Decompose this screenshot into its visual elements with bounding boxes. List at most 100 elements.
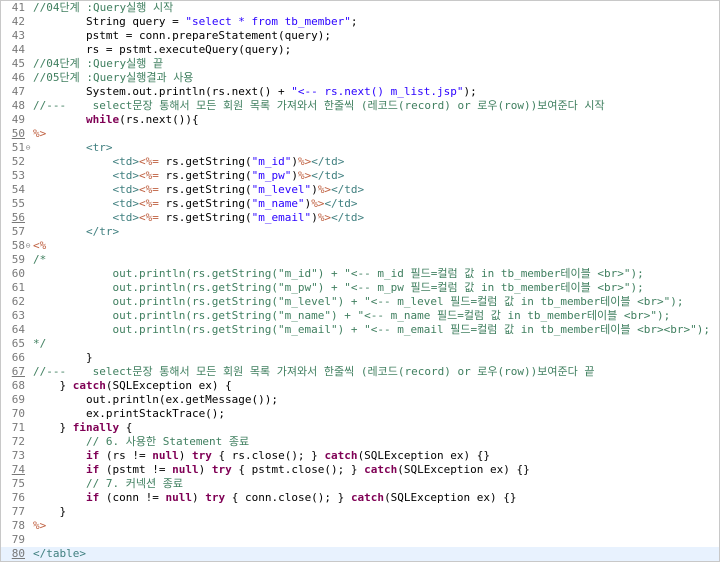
code-text[interactable]: <td><%= rs.getString("m_id")%></td>: [33, 155, 344, 169]
code-token: ): [191, 491, 206, 504]
line-number: 52: [11, 155, 25, 168]
code-editor[interactable]: 41//04단계 :Query실행 시작 42 String query = "s…: [0, 0, 720, 562]
code-line[interactable]: 80 </table>: [1, 547, 719, 561]
code-text[interactable]: //04단계 :Query실행 끝: [33, 57, 163, 71]
code-text[interactable]: out.println(rs.getString("m_level") + "<…: [33, 295, 683, 309]
code-token: "select * from tb_member": [185, 15, 351, 28]
code-token: <%=: [138, 155, 159, 168]
code-token: out.println(rs.getString("m_pw") + "<-- …: [33, 281, 644, 294]
code-line[interactable]: 54 <td><%= rs.getString("m_level")%></td…: [1, 183, 719, 197]
code-text[interactable]: String query = "select * from tb_member"…: [33, 15, 358, 29]
code-text[interactable]: </table>: [33, 547, 86, 561]
code-text[interactable]: rs = pstmt.executeQuery(query);: [33, 43, 291, 57]
code-line[interactable]: 78 %>: [1, 519, 719, 533]
fold-collapse-icon[interactable]: ⊖: [24, 141, 32, 155]
code-line[interactable]: 48 //--- select문장 통해서 모든 회원 목록 가져와서 한줄씩 (…: [1, 99, 719, 113]
code-line[interactable]: 64 out.println(rs.getString("m_email") +…: [1, 323, 719, 337]
code-text[interactable]: ex.printStackTrace();: [33, 407, 225, 421]
code-text[interactable]: // 7. 커넥션 종료: [33, 477, 183, 491]
code-line[interactable]: 66 }: [1, 351, 719, 365]
code-text[interactable]: */: [33, 337, 46, 351]
code-text[interactable]: }: [33, 351, 93, 365]
code-line[interactable]: 76 if (conn != null) try { conn.close();…: [1, 491, 719, 505]
code-text[interactable]: pstmt = conn.prepareStatement(query);: [33, 29, 331, 43]
code-line[interactable]: 79: [1, 533, 719, 547]
code-line[interactable]: 61 out.println(rs.getString("m_pw") + "<…: [1, 281, 719, 295]
code-text[interactable]: while(rs.next()){: [33, 113, 199, 127]
code-token: %>: [297, 169, 312, 182]
code-line[interactable]: 55 <td><%= rs.getString("m_name")%></td>: [1, 197, 719, 211]
code-line[interactable]: 65 */: [1, 337, 719, 351]
code-token: ;: [350, 15, 358, 28]
code-text[interactable]: %>: [33, 519, 46, 533]
code-line[interactable]: 57 </tr>: [1, 225, 719, 239]
code-line[interactable]: 47 System.out.println(rs.next() + "<-- r…: [1, 85, 719, 99]
code-text[interactable]: out.println(rs.getString("m_id") + "<-- …: [33, 267, 643, 281]
code-line[interactable]: 41 //04단계 :Query실행 시작: [1, 1, 719, 15]
code-text[interactable]: if (pstmt != null) try { pstmt.close(); …: [33, 463, 530, 477]
code-line[interactable]: 77 }: [1, 505, 719, 519]
code-text[interactable]: //04단계 :Query실행 시작: [33, 1, 173, 15]
code-token: "m_pw": [251, 169, 292, 182]
code-line[interactable]: 60 out.println(rs.getString("m_id") + "<…: [1, 267, 719, 281]
code-text[interactable]: } catch(SQLException ex) {: [33, 379, 232, 393]
code-text[interactable]: <td><%= rs.getString("m_email")%></td>: [33, 211, 364, 225]
code-text[interactable]: <td><%= rs.getString("m_level")%></td>: [33, 183, 364, 197]
code-token: { rs.close(); }: [211, 449, 325, 462]
code-line[interactable]: 72 // 6. 사용한 Statement 종료: [1, 435, 719, 449]
code-text[interactable]: System.out.println(rs.next() + "<-- rs.n…: [33, 85, 477, 99]
code-text[interactable]: out.println(rs.getString("m_pw") + "<-- …: [33, 281, 644, 295]
code-line[interactable]: 45 //04단계 :Query실행 끝: [1, 57, 719, 71]
code-text[interactable]: <tr>: [33, 141, 113, 155]
code-line[interactable]: 69 out.println(ex.getMessage());: [1, 393, 719, 407]
code-line[interactable]: 51 ⊖ <tr>: [1, 141, 719, 155]
code-token: <td>: [112, 183, 139, 196]
code-text[interactable]: out.println(rs.getString("m_email") + "<…: [33, 323, 710, 337]
line-number: 47: [11, 85, 25, 98]
code-token: rs.getString(: [158, 211, 252, 224]
code-line[interactable]: 50 %>: [1, 127, 719, 141]
code-text[interactable]: <td><%= rs.getString("m_name")%></td>: [33, 197, 357, 211]
code-text[interactable]: %>: [33, 127, 46, 141]
code-text[interactable]: <%: [33, 239, 46, 253]
code-line[interactable]: 63 out.println(rs.getString("m_name") + …: [1, 309, 719, 323]
code-text[interactable]: if (rs != null) try { rs.close(); } catc…: [33, 449, 490, 463]
code-text[interactable]: if (conn != null) try { conn.close(); } …: [33, 491, 517, 505]
code-line[interactable]: 42 String query = "select * from tb_memb…: [1, 15, 719, 29]
code-token: (SQLException ex) {: [105, 379, 232, 392]
code-line[interactable]: 70 ex.printStackTrace();: [1, 407, 719, 421]
code-text[interactable]: <td><%= rs.getString("m_pw")%></td>: [33, 169, 344, 183]
code-line[interactable]: 49 while(rs.next()){: [1, 113, 719, 127]
code-line[interactable]: 46 //05단계 :Query실행결과 사용: [1, 71, 719, 85]
code-text[interactable]: //05단계 :Query실행결과 사용: [33, 71, 193, 85]
code-line[interactable]: 67 //--- select문장 통해서 모든 회원 목록 가져와서 한줄씩 (…: [1, 365, 719, 379]
code-line[interactable]: 44 rs = pstmt.executeQuery(query);: [1, 43, 719, 57]
code-line[interactable]: 56 <td><%= rs.getString("m_email")%></td…: [1, 211, 719, 225]
code-line[interactable]: 68 } catch(SQLException ex) {: [1, 379, 719, 393]
code-line[interactable]: 58 ⊖ <%: [1, 239, 719, 253]
fold-collapse-icon[interactable]: ⊖: [24, 239, 32, 253]
code-token: { pstmt.close(); }: [231, 463, 365, 476]
code-line[interactable]: 43 pstmt = conn.prepareStatement(query);: [1, 29, 719, 43]
code-line[interactable]: 59 /*: [1, 253, 719, 267]
code-text[interactable]: //--- select문장 통해서 모든 회원 목록 가져와서 한줄씩 (레코…: [33, 99, 605, 113]
line-number: 55: [11, 197, 25, 210]
code-token: try: [211, 463, 232, 476]
code-text[interactable]: </tr>: [33, 225, 119, 239]
code-line[interactable]: 74 if (pstmt != null) try { pstmt.close(…: [1, 463, 719, 477]
code-text[interactable]: /*: [33, 253, 46, 267]
code-line[interactable]: 71 } finally {: [1, 421, 719, 435]
code-token: }: [33, 421, 73, 434]
code-text[interactable]: out.println(ex.getMessage());: [33, 393, 278, 407]
code-line[interactable]: 53 <td><%= rs.getString("m_pw")%></td>: [1, 169, 719, 183]
code-text[interactable]: }: [33, 505, 66, 519]
code-line[interactable]: 62 out.println(rs.getString("m_level") +…: [1, 295, 719, 309]
code-line[interactable]: 52 <td><%= rs.getString("m_id")%></td>: [1, 155, 719, 169]
code-text[interactable]: // 6. 사용한 Statement 종료: [33, 435, 249, 449]
code-text[interactable]: out.println(rs.getString("m_name") + "<-…: [33, 309, 670, 323]
code-line[interactable]: 75 // 7. 커넥션 종료: [1, 477, 719, 491]
code-text[interactable]: } finally {: [33, 421, 132, 435]
code-line[interactable]: 73 if (rs != null) try { rs.close(); } c…: [1, 449, 719, 463]
code-text[interactable]: //--- select문장 통해서 모든 회원 목록 가져와서 한줄씩 (레코…: [33, 365, 595, 379]
